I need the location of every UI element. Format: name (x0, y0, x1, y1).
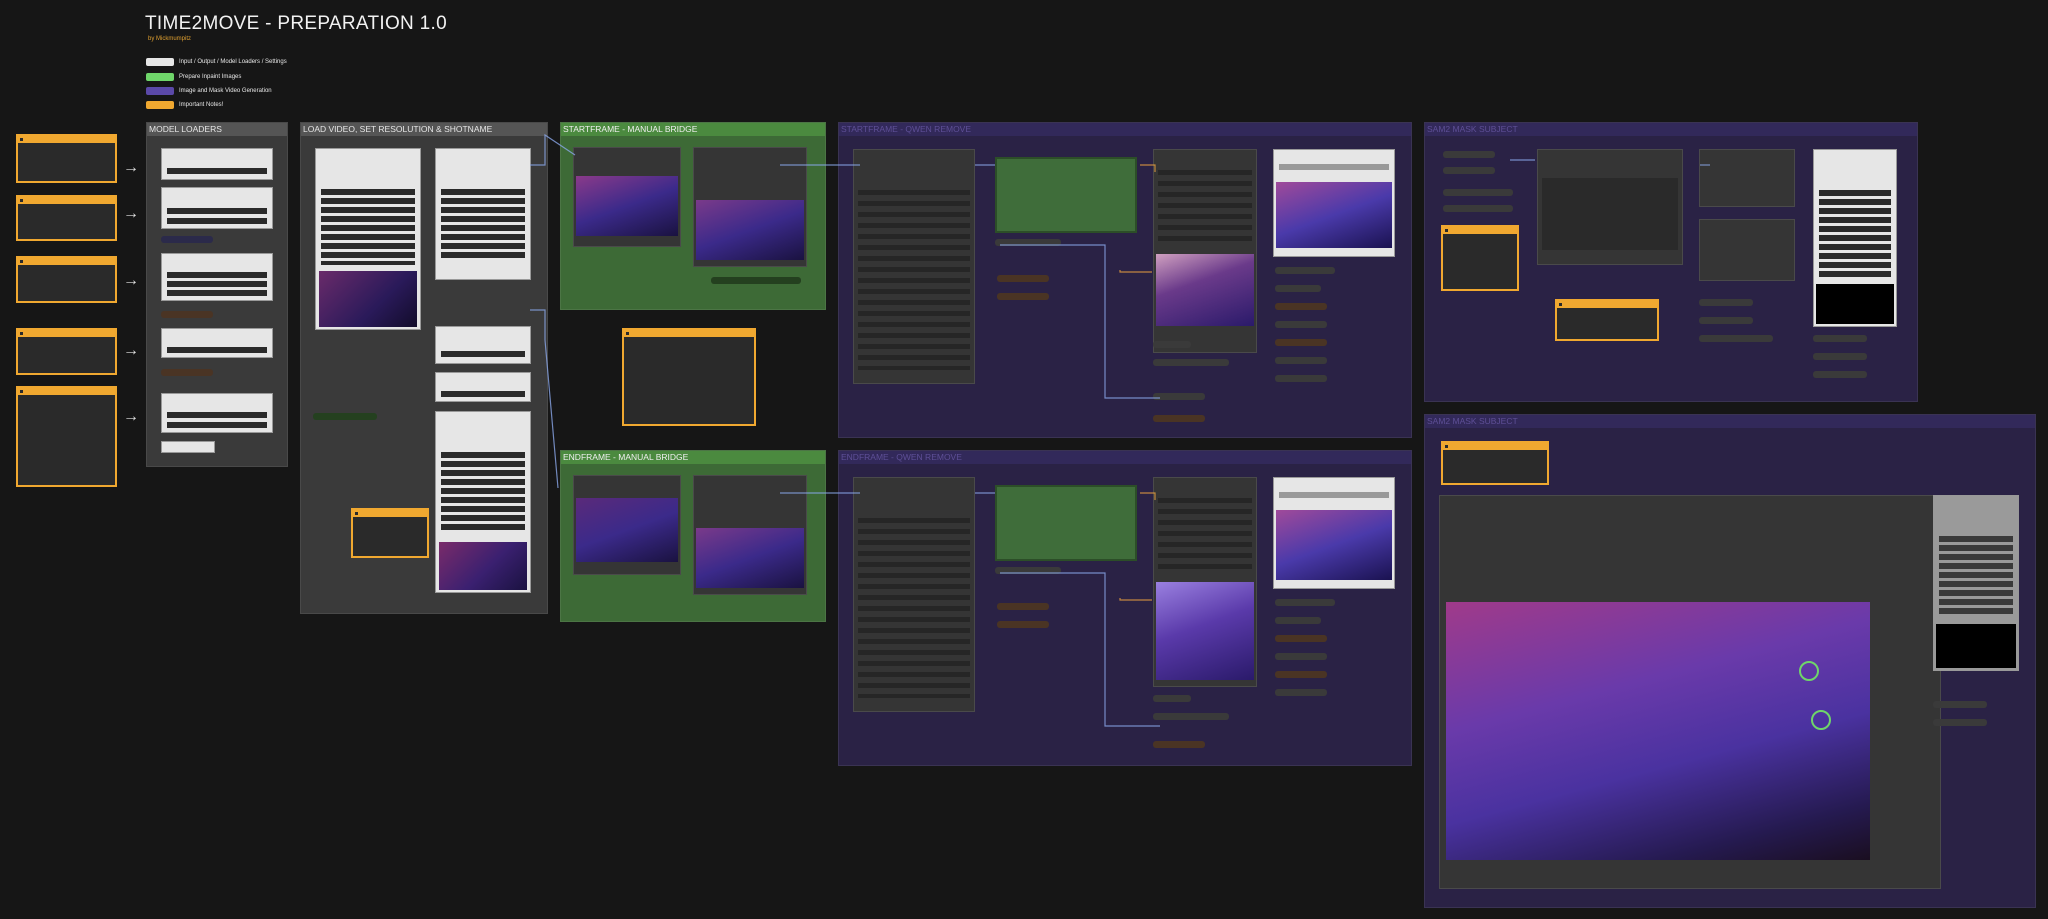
wire-layer (530, 133, 1710, 727)
